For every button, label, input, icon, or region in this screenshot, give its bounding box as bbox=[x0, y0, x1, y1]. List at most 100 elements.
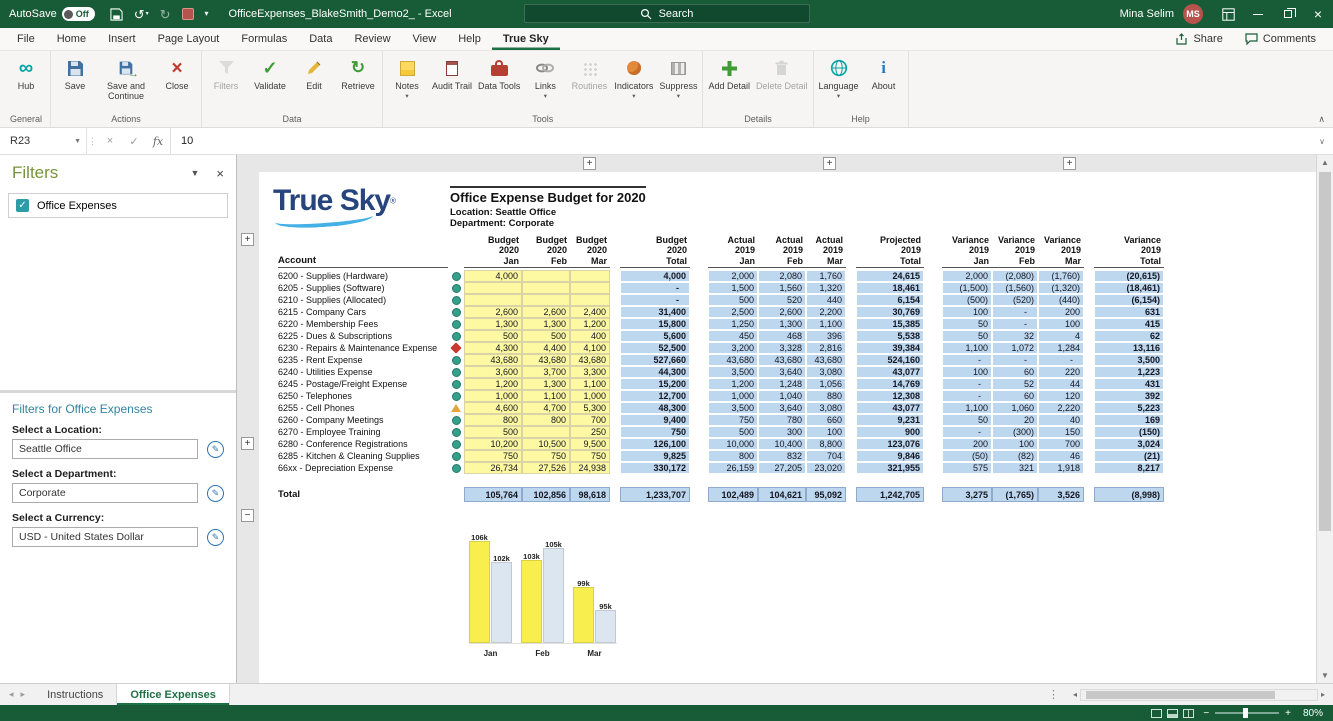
data-cell[interactable]: 300 bbox=[758, 426, 806, 438]
checkbox-checked-icon[interactable]: ✓ bbox=[16, 199, 29, 212]
sheet-tab-office-expenses[interactable]: Office Expenses bbox=[117, 684, 230, 705]
search-box[interactable]: Search bbox=[524, 4, 810, 23]
data-cell[interactable]: 44 bbox=[1038, 378, 1084, 390]
total-cell[interactable]: 102,489 bbox=[708, 487, 758, 502]
data-cell[interactable]: 3,600 bbox=[464, 366, 522, 378]
data-cell[interactable]: 43,680 bbox=[522, 354, 570, 366]
data-cell[interactable]: 3,200 bbox=[708, 342, 758, 354]
zoom-level[interactable]: 80% bbox=[1297, 708, 1323, 719]
account-cell[interactable]: 6240 - Utilities Expense bbox=[278, 366, 448, 378]
ribbon-tab-view[interactable]: View bbox=[402, 28, 448, 50]
data-cell[interactable]: 46 bbox=[1038, 450, 1084, 462]
data-cell[interactable]: 27,526 bbox=[522, 462, 570, 474]
data-cell[interactable]: 3,500 bbox=[708, 402, 758, 414]
total-cell[interactable]: 105,764 bbox=[464, 487, 522, 502]
data-cell[interactable]: 1,100 bbox=[806, 318, 846, 330]
data-cell[interactable]: 750 bbox=[708, 414, 758, 426]
expand-formula-bar-icon[interactable]: ∨ bbox=[1311, 128, 1333, 154]
data-cell[interactable]: (50) bbox=[942, 450, 992, 462]
data-cell[interactable]: 700 bbox=[1038, 438, 1084, 450]
data-cell[interactable]: (21) bbox=[1094, 450, 1164, 462]
column-outline-expand-button[interactable]: + bbox=[583, 157, 596, 170]
data-cell[interactable]: 8,800 bbox=[806, 438, 846, 450]
data-cell[interactable]: 500 bbox=[522, 330, 570, 342]
data-cell[interactable]: 3,640 bbox=[758, 366, 806, 378]
data-cell[interactable]: - bbox=[992, 306, 1038, 318]
account-cell[interactable]: 6250 - Telephones bbox=[278, 390, 448, 402]
data-cell[interactable]: 8,217 bbox=[1094, 462, 1164, 474]
data-cell[interactable]: 415 bbox=[1094, 318, 1164, 330]
worksheet-canvas[interactable]: True Sky® Office Expense Budget for 2020… bbox=[259, 172, 1316, 683]
data-cell[interactable]: 250 bbox=[570, 426, 610, 438]
data-cell[interactable]: 500 bbox=[464, 426, 522, 438]
column-outline-expand-button[interactable]: + bbox=[823, 157, 836, 170]
data-cell[interactable]: 750 bbox=[522, 450, 570, 462]
data-cell[interactable]: 1,100 bbox=[942, 402, 992, 414]
data-cell[interactable]: 660 bbox=[806, 414, 846, 426]
data-cell[interactable]: 1,248 bbox=[758, 378, 806, 390]
data-cell[interactable]: 48,300 bbox=[620, 402, 690, 414]
data-cell[interactable]: - bbox=[942, 354, 992, 366]
data-cell[interactable]: 52 bbox=[992, 378, 1038, 390]
data-cell[interactable]: 450 bbox=[708, 330, 758, 342]
restore-button[interactable] bbox=[1273, 0, 1303, 28]
ribbon-button-retrieve[interactable]: ↻Retrieve bbox=[336, 52, 380, 112]
data-cell[interactable]: 1,300 bbox=[758, 318, 806, 330]
data-cell[interactable]: 1,072 bbox=[992, 342, 1038, 354]
data-cell[interactable]: 1,300 bbox=[464, 318, 522, 330]
data-cell[interactable]: 9,400 bbox=[620, 414, 690, 426]
data-cell[interactable]: 15,200 bbox=[620, 378, 690, 390]
data-cell[interactable]: 15,800 bbox=[620, 318, 690, 330]
data-cell[interactable]: 392 bbox=[1094, 390, 1164, 402]
data-cell[interactable]: 4 bbox=[1038, 330, 1084, 342]
ribbon-tab-home[interactable]: Home bbox=[46, 28, 97, 50]
data-cell[interactable]: 468 bbox=[758, 330, 806, 342]
data-cell[interactable]: 400 bbox=[570, 330, 610, 342]
data-cell[interactable]: 527,660 bbox=[620, 354, 690, 366]
vertical-scroll-thumb[interactable] bbox=[1319, 172, 1331, 531]
data-cell[interactable]: 1,000 bbox=[708, 390, 758, 402]
ribbon-button-hub[interactable]: ∞Hub bbox=[4, 52, 48, 112]
total-cell[interactable]: 3,526 bbox=[1038, 487, 1084, 502]
close-button[interactable]: × bbox=[1303, 0, 1333, 28]
data-cell[interactable]: 832 bbox=[758, 450, 806, 462]
data-cell[interactable]: 900 bbox=[856, 426, 924, 438]
data-cell[interactable]: 24,938 bbox=[570, 462, 610, 474]
data-cell[interactable] bbox=[522, 426, 570, 438]
data-cell[interactable]: 700 bbox=[570, 414, 610, 426]
data-cell[interactable]: 1,760 bbox=[806, 270, 846, 282]
sheet-tab-instructions[interactable]: Instructions bbox=[34, 684, 117, 705]
data-cell[interactable]: 43,680 bbox=[806, 354, 846, 366]
name-box[interactable]: R23 ▼ bbox=[0, 128, 86, 154]
account-cell[interactable]: 6230 - Repairs & Maintenance Expense bbox=[278, 342, 448, 354]
ribbon-button-language[interactable]: Language▾ bbox=[816, 52, 862, 112]
account-cell[interactable]: 6255 - Cell Phones bbox=[278, 402, 448, 414]
account-cell[interactable]: 6210 - Supplies (Allocated) bbox=[278, 294, 448, 306]
data-cell[interactable]: 1,000 bbox=[464, 390, 522, 402]
account-cell[interactable]: 6225 - Dues & Subscriptions bbox=[278, 330, 448, 342]
ribbon-button-suppress[interactable]: Suppress▾ bbox=[656, 52, 700, 112]
account-cell[interactable]: 6220 - Membership Fees bbox=[278, 318, 448, 330]
vertical-scrollbar[interactable]: ▲ ▼ bbox=[1316, 155, 1333, 683]
ribbon-tab-insert[interactable]: Insert bbox=[97, 28, 147, 50]
data-cell[interactable]: 120 bbox=[1038, 390, 1084, 402]
account-cell[interactable]: 6245 - Postage/Freight Expense bbox=[278, 378, 448, 390]
data-cell[interactable]: 1,284 bbox=[1038, 342, 1084, 354]
data-cell[interactable]: 631 bbox=[1094, 306, 1164, 318]
ribbon-button-about[interactable]: iAbout bbox=[862, 52, 906, 112]
data-cell[interactable]: 30,769 bbox=[856, 306, 924, 318]
data-cell[interactable]: 15,385 bbox=[856, 318, 924, 330]
office-expenses-filter-item[interactable]: ✓ Office Expenses bbox=[8, 193, 228, 218]
data-cell[interactable] bbox=[522, 282, 570, 294]
data-cell[interactable]: 330,172 bbox=[620, 462, 690, 474]
data-cell[interactable]: 43,680 bbox=[708, 354, 758, 366]
ribbon-button-close[interactable]: ×Close bbox=[155, 52, 199, 112]
data-cell[interactable]: 2,000 bbox=[942, 270, 992, 282]
data-cell[interactable]: 4,400 bbox=[522, 342, 570, 354]
zoom-in-icon[interactable]: + bbox=[1285, 708, 1291, 719]
data-cell[interactable]: 4,000 bbox=[464, 270, 522, 282]
ribbon-button-save[interactable]: Save bbox=[53, 52, 97, 112]
save-icon[interactable] bbox=[110, 8, 123, 21]
data-cell[interactable]: 50 bbox=[942, 318, 992, 330]
data-cell[interactable]: 575 bbox=[942, 462, 992, 474]
